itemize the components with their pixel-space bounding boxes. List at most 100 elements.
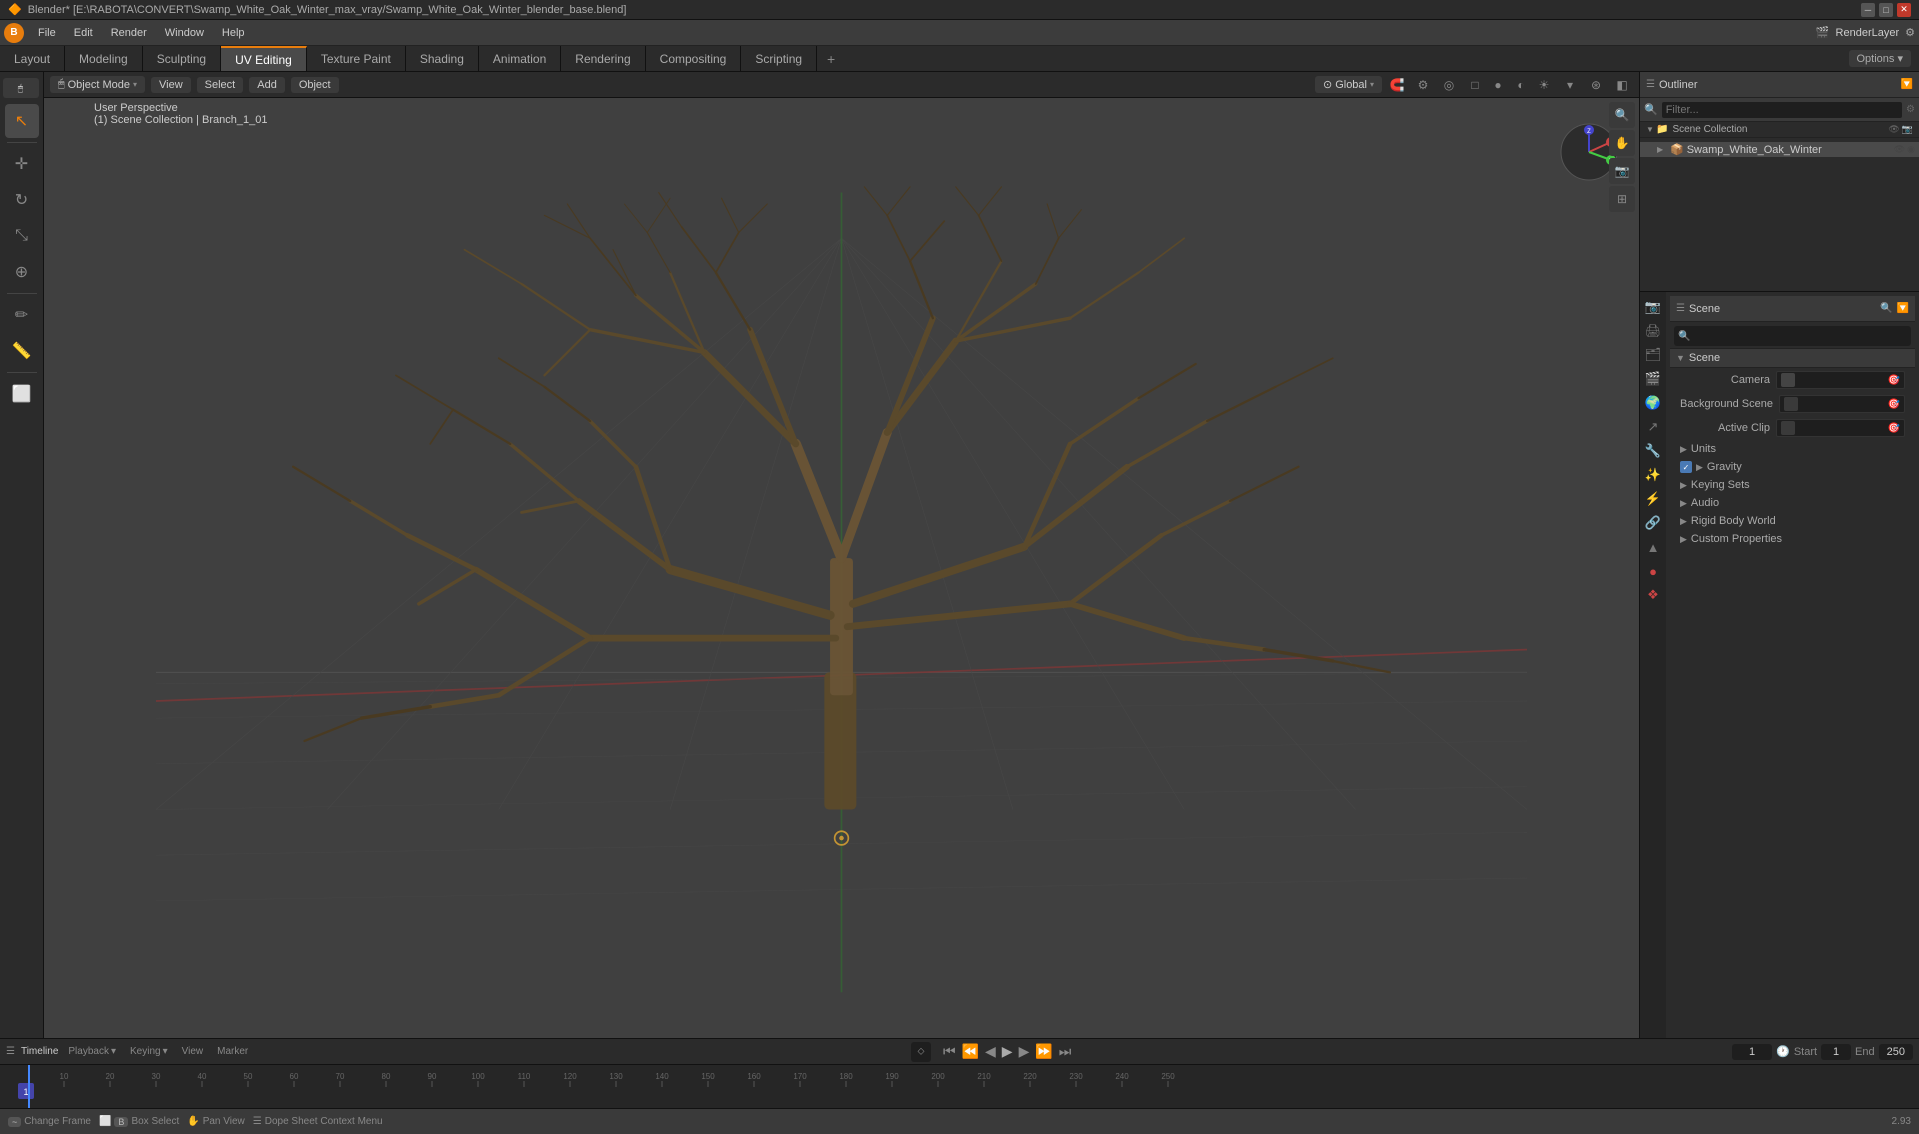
play-btn[interactable]: ▶ [1000, 1041, 1015, 1062]
keyframe-add-btn[interactable]: ⬦ [911, 1042, 931, 1062]
keying-menu[interactable]: Keying ▾ [126, 1044, 172, 1059]
next-frame-btn[interactable]: ⏩ [1033, 1041, 1054, 1062]
audio-section[interactable]: ▶ Audio [1670, 494, 1915, 512]
scene-collection-row[interactable]: ▼ 📁 Scene Collection 👁 📷 [1640, 122, 1919, 138]
maximize-button[interactable]: □ [1879, 3, 1893, 17]
outliner-search-input[interactable] [1662, 102, 1902, 118]
bg-scene-picker-icon[interactable]: 🎯 [1888, 399, 1900, 410]
item-visibility[interactable]: 👁 [1894, 144, 1905, 155]
solid-mode[interactable]: ● [1487, 74, 1509, 96]
tab-shading[interactable]: Shading [406, 46, 479, 71]
measure-tool[interactable]: 📏 [5, 334, 39, 368]
next-keyframe-btn[interactable]: ▶ [1017, 1041, 1032, 1062]
outliner-item-swamp[interactable]: ▶ 📦 Swamp_White_Oak_Winter 👁 ◉ [1640, 142, 1919, 157]
viewport-shading-settings[interactable]: ▾ [1559, 74, 1581, 96]
tab-texture-paint[interactable]: Texture Paint [307, 46, 406, 71]
world-props-icon[interactable]: 🌍 [1642, 392, 1664, 414]
tab-animation[interactable]: Animation [479, 46, 561, 71]
playhead[interactable] [28, 1065, 30, 1108]
menu-edit[interactable]: Edit [66, 25, 101, 41]
add-workspace-button[interactable]: + [817, 47, 845, 71]
material-mode[interactable]: ◐ [1510, 74, 1532, 96]
tab-compositing[interactable]: Compositing [646, 46, 742, 71]
global-transform[interactable]: ⊙ Global ▾ [1315, 76, 1382, 93]
constraints-props-icon[interactable]: 🔗 [1642, 512, 1664, 534]
xray-toggle[interactable]: ◧ [1611, 74, 1633, 96]
scale-tool[interactable]: ⤡ [5, 219, 39, 253]
workspace-options[interactable]: Options ▾ [1849, 50, 1912, 67]
render-props-icon[interactable]: 📷 [1642, 296, 1664, 318]
tab-layout[interactable]: Layout [0, 46, 65, 71]
gravity-section[interactable]: ✓ ▶ Gravity [1670, 458, 1915, 476]
move-tool[interactable]: ✛ [5, 147, 39, 181]
tab-scripting[interactable]: Scripting [741, 46, 817, 71]
object-props-icon[interactable]: ↗ [1642, 416, 1664, 438]
add-tool[interactable]: ⬜ [5, 377, 39, 411]
outliner-filter[interactable]: 🔽 [1901, 79, 1913, 90]
current-frame-input[interactable]: 1 [1732, 1044, 1772, 1060]
custom-properties-section[interactable]: ▶ Custom Properties [1670, 530, 1915, 548]
material-props-icon[interactable]: ● [1642, 560, 1664, 582]
snap-toggle[interactable]: 🧲 [1386, 74, 1408, 96]
active-clip-picker-icon[interactable]: 🎯 [1888, 423, 1900, 434]
object-menu[interactable]: Object [291, 77, 339, 93]
menu-file[interactable]: File [30, 25, 64, 41]
proportional-edit[interactable]: ◎ [1438, 74, 1460, 96]
props-search-input[interactable] [1694, 328, 1907, 344]
prev-keyframe-btn[interactable]: ◀ [983, 1041, 998, 1062]
viewport-zoom-in[interactable]: 🔍 [1609, 102, 1635, 128]
scene-section-header[interactable]: ▼ Scene [1670, 349, 1915, 368]
view-menu[interactable]: View [151, 77, 191, 93]
viewport[interactable]: 🖱 Object Mode ▾ View Select Add Object ⊙ [44, 72, 1639, 1038]
keying-sets-section[interactable]: ▶ Keying Sets [1670, 476, 1915, 494]
units-section[interactable]: ▶ Units [1670, 440, 1915, 458]
shader-props-icon[interactable]: ❖ [1642, 584, 1664, 606]
playback-menu[interactable]: Playback ▾ [64, 1044, 120, 1059]
props-filter[interactable]: 🔽 [1897, 303, 1909, 314]
jump-end-btn[interactable]: ⏭ [1057, 1041, 1074, 1062]
item-select[interactable]: ◉ [1907, 144, 1915, 155]
menu-window[interactable]: Window [157, 25, 212, 41]
select-tool[interactable]: ↖ [5, 104, 39, 138]
render-visibility-icon[interactable]: 📷 [1902, 124, 1913, 135]
tab-uv-editing[interactable]: UV Editing [221, 46, 307, 71]
end-frame-input[interactable]: 250 [1879, 1044, 1913, 1060]
props-search-icon[interactable]: 🔍 [1880, 303, 1892, 314]
add-menu[interactable]: Add [249, 77, 285, 93]
background-scene-value[interactable]: 🎯 [1779, 395, 1905, 413]
jump-start-btn[interactable]: ⏮ [941, 1041, 958, 1062]
select-menu[interactable]: Select [197, 77, 244, 93]
prev-frame-btn[interactable]: ⏪ [960, 1041, 981, 1062]
data-props-icon[interactable]: ▲ [1642, 536, 1664, 558]
active-clip-value[interactable]: 🎯 [1776, 419, 1905, 437]
view-layer-props-icon[interactable]: 🗂 [1642, 344, 1664, 366]
menu-help[interactable]: Help [214, 25, 253, 41]
frame-bar[interactable]: 1 10 20 30 40 50 60 70 80 90 100 110 [0, 1064, 1919, 1108]
physics-props-icon[interactable]: ⚡ [1642, 488, 1664, 510]
mode-selector[interactable]: 🖱 [3, 78, 39, 98]
annotate-tool[interactable]: ✏ [5, 298, 39, 332]
rendered-mode[interactable]: ☀ [1533, 74, 1555, 96]
output-props-icon[interactable]: 🖨 [1642, 320, 1664, 342]
outliner-settings[interactable]: ⚙ [1906, 104, 1915, 115]
marker-menu[interactable]: Marker [213, 1044, 252, 1059]
viewport-projection[interactable]: ⊞ [1609, 186, 1635, 212]
close-button[interactable]: ✕ [1897, 3, 1911, 17]
object-mode-selector[interactable]: 🖱 Object Mode ▾ [50, 76, 145, 93]
modifier-props-icon[interactable]: 🔧 [1642, 440, 1664, 462]
particles-props-icon[interactable]: ✨ [1642, 464, 1664, 486]
camera-picker-icon[interactable]: 🎯 [1888, 375, 1900, 386]
tab-modeling[interactable]: Modeling [65, 46, 143, 71]
menu-render[interactable]: Render [103, 25, 155, 41]
start-frame-input[interactable]: 1 [1821, 1044, 1851, 1060]
overlay-settings[interactable]: ⊛ [1585, 74, 1607, 96]
view-menu[interactable]: View [178, 1044, 208, 1059]
tab-sculpting[interactable]: Sculpting [143, 46, 221, 71]
visibility-icon[interactable]: 👁 [1888, 124, 1899, 135]
gravity-checkbox[interactable]: ✓ [1680, 461, 1692, 473]
viewport-camera[interactable]: 📷 [1609, 158, 1635, 184]
rigid-body-section[interactable]: ▶ Rigid Body World [1670, 512, 1915, 530]
transform-tool[interactable]: ⊕ [5, 255, 39, 289]
rotate-tool[interactable]: ↻ [5, 183, 39, 217]
snap-settings[interactable]: ⚙ [1412, 74, 1434, 96]
